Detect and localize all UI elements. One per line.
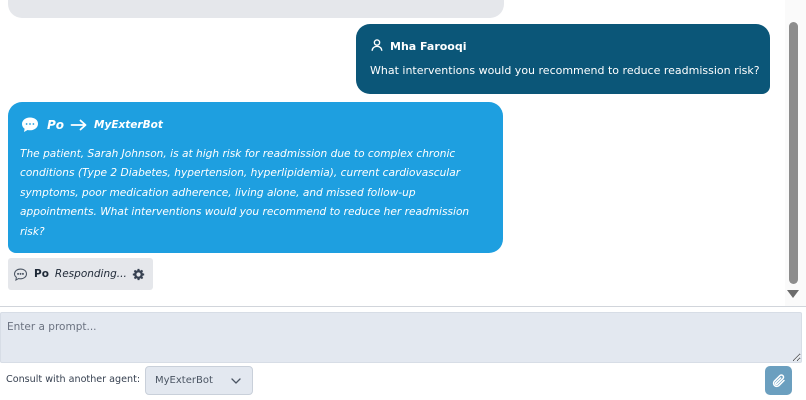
bot-message-text: The patient, Sarah Johnson, is at high r… (20, 148, 470, 238)
bot-message-bubble: Po MyExterBot The patient, Sarah Johnson… (8, 102, 503, 253)
user-message-header: Mha Farooqi (370, 37, 756, 55)
scrollbar-thumb[interactable] (789, 22, 798, 284)
prompt-input[interactable] (1, 313, 801, 362)
gear-icon (132, 268, 145, 281)
user-icon (370, 38, 390, 55)
chat-messages: Mha Farooqi What interventions would you… (0, 0, 785, 306)
chat-bubble-icon (20, 115, 47, 135)
responding-status: Po Responding... (8, 258, 153, 290)
attach-button[interactable] (765, 366, 792, 395)
bot-message-header: Po MyExterBot (20, 115, 491, 135)
agent-select[interactable]: MyExterBot (145, 366, 253, 395)
chevron-down-icon (230, 375, 242, 387)
user-name: Mha Farooqi (390, 39, 467, 53)
bot-sender-name: Po (47, 118, 65, 132)
consult-label: Consult with another agent: (6, 374, 141, 385)
arrow-right-icon (70, 119, 88, 131)
prompt-box[interactable] (0, 312, 802, 363)
composer-divider (0, 306, 806, 307)
status-agent-name: Po (34, 268, 49, 280)
user-message-text: What interventions would you recommend t… (370, 64, 760, 77)
chat-bubble-icon (13, 267, 34, 282)
status-text: Responding... (54, 268, 127, 280)
bot-recipient-name: MyExterBot (94, 119, 163, 131)
user-message-bubble: Mha Farooqi What interventions would you… (356, 24, 770, 94)
chat-scrollbar[interactable] (785, 0, 806, 306)
paperclip-icon (771, 373, 787, 389)
previous-message-bubble (8, 0, 504, 18)
agent-select-value: MyExterBot (155, 375, 213, 386)
scroll-down-arrow-icon[interactable] (787, 290, 799, 298)
